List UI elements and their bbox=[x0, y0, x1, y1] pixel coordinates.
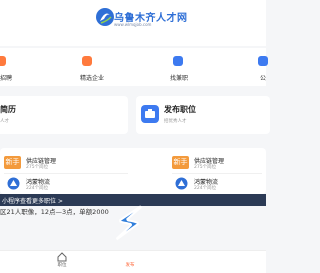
job-count: 275个岗位 bbox=[194, 165, 217, 170]
card-subtitle: 招优秀人才 bbox=[164, 119, 187, 124]
job-item[interactable]: 鸿蒙物流 224个岗位 bbox=[0, 175, 130, 193]
divider bbox=[172, 173, 262, 174]
job-item[interactable]: 新手 供应链管理 275个岗位 bbox=[0, 152, 130, 172]
job-count: 224个岗位 bbox=[26, 186, 49, 191]
quick-nav-bar bbox=[0, 48, 266, 86]
tab-label: 职位 bbox=[57, 263, 67, 268]
card-title: 发布职位 bbox=[164, 105, 196, 114]
resume-card[interactable]: 简历 人才 bbox=[0, 96, 128, 134]
person-icon bbox=[258, 56, 268, 66]
card-subtitle: 人才 bbox=[0, 119, 9, 124]
brand-logo-icon bbox=[7, 177, 20, 190]
post-job-card[interactable]: 发布职位 招优秀人才 bbox=[136, 96, 270, 134]
job-count: 224个岗位 bbox=[194, 186, 217, 191]
quick-nav-label: 找兼职 bbox=[170, 75, 189, 82]
tab-post[interactable]: 发布 bbox=[120, 250, 140, 272]
home-icon bbox=[57, 252, 67, 262]
brand-logo-icon bbox=[175, 177, 188, 190]
new-badge: 新手 bbox=[4, 156, 21, 169]
company-icon bbox=[82, 56, 92, 66]
svg-text:⚡: ⚡ bbox=[114, 199, 145, 245]
card-title: 简历 bbox=[0, 105, 16, 114]
watermark-logo: ⚡ bbox=[113, 199, 146, 245]
job-item[interactable]: 新手 供应链管理 275个岗位 bbox=[172, 152, 266, 172]
site-logo-icon[interactable] bbox=[95, 7, 115, 27]
divider bbox=[4, 173, 128, 174]
new-badge: 新手 bbox=[172, 156, 189, 169]
briefcase-icon bbox=[141, 105, 159, 123]
resume-icon bbox=[0, 56, 6, 66]
parttime-icon bbox=[173, 56, 183, 66]
tab-jobs[interactable]: 职位 bbox=[52, 250, 72, 272]
mini-program-link[interactable]: 小程序查看更多职位 > bbox=[2, 196, 63, 205]
site-logo-domain: www.wlmqjob.com bbox=[114, 22, 152, 27]
quick-nav-label: 精选企业 bbox=[80, 75, 105, 82]
job-count: 275个岗位 bbox=[26, 165, 49, 170]
tab-label: 发布 bbox=[125, 263, 135, 268]
quick-nav-label: 招聘 bbox=[0, 75, 13, 82]
job-item[interactable]: 鸿蒙物流 224个岗位 bbox=[172, 175, 266, 193]
quick-nav-label: 公 bbox=[260, 75, 267, 82]
